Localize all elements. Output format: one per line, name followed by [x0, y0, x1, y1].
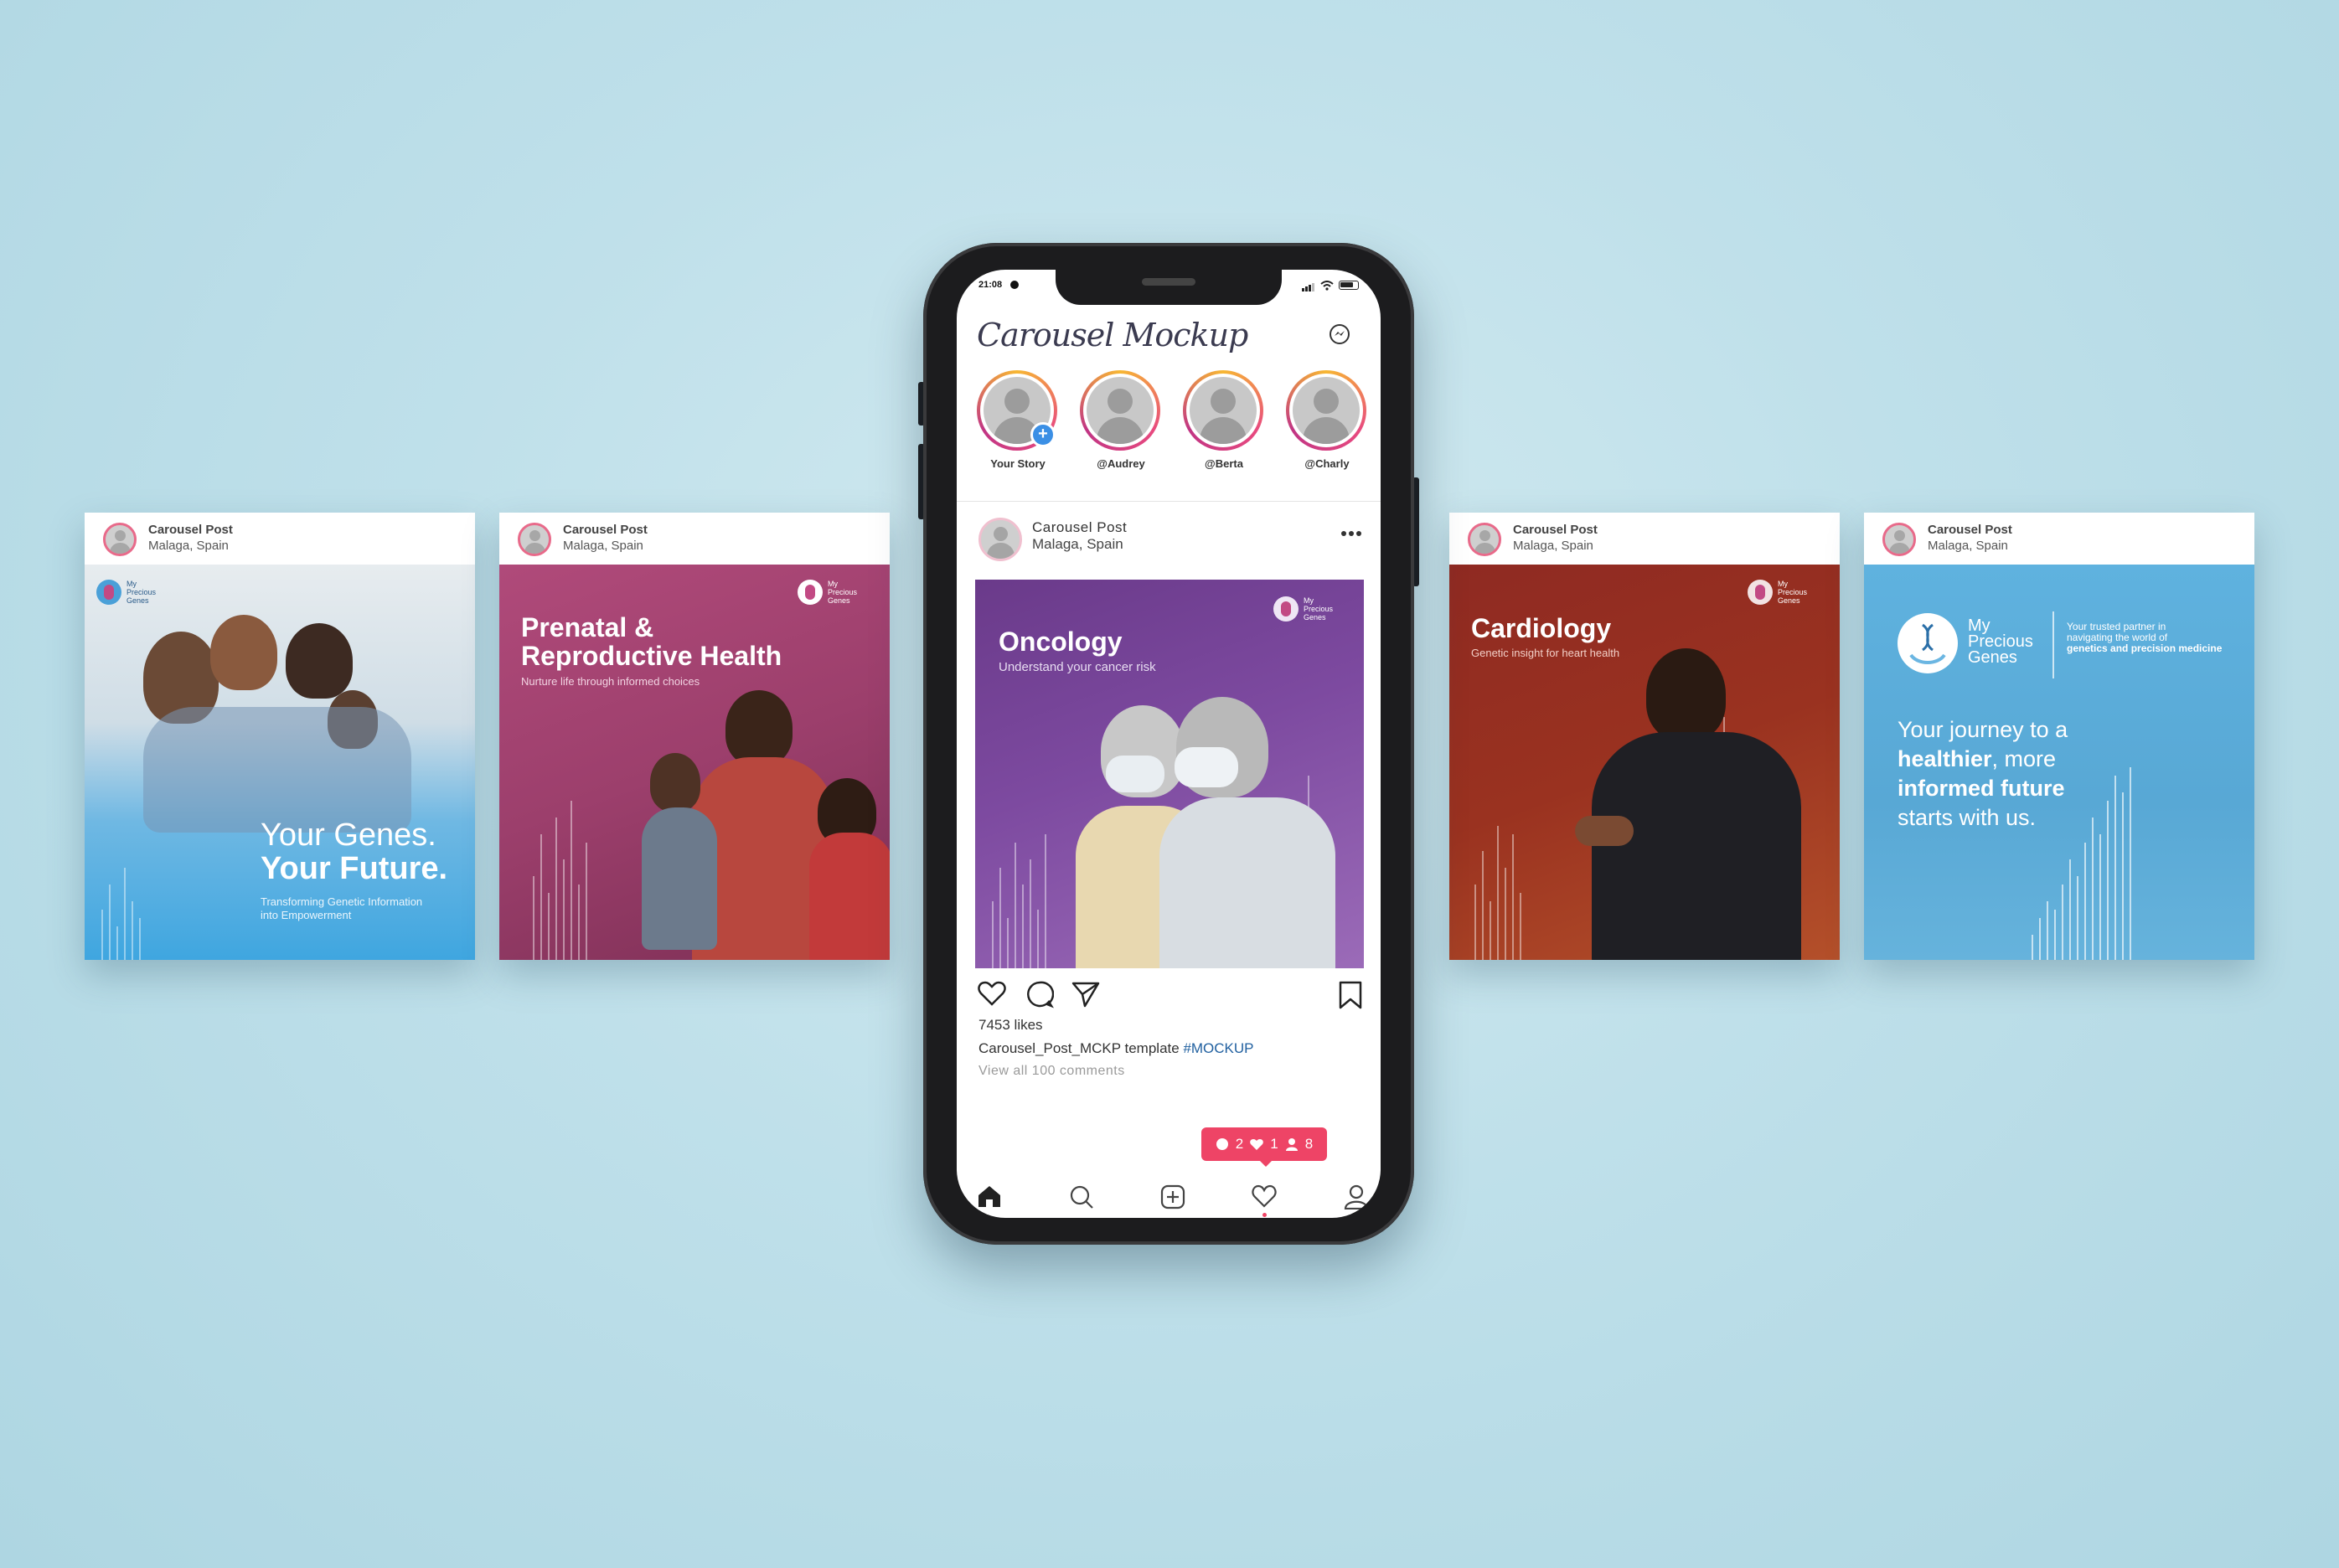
card-title: Carousel Post [1928, 523, 2012, 537]
home-icon[interactable] [977, 1184, 1002, 1212]
profile-icon[interactable] [1344, 1184, 1369, 1214]
comment-icon[interactable] [1025, 980, 1055, 1013]
activity-notification[interactable]: 2 1 8 [1201, 1127, 1327, 1161]
avatar [518, 523, 551, 556]
carousel-card-cardiology[interactable]: Carousel Post Malaga, Spain My Precious … [1449, 513, 1840, 960]
app-title: Carousel Mockup [977, 317, 1248, 353]
avatar [1882, 523, 1916, 556]
wifi-icon [1320, 280, 1334, 295]
caption-user[interactable]: Carousel_Post_MCKP [978, 1040, 1121, 1056]
comment-count-icon [1216, 1138, 1228, 1150]
battery-icon [1339, 281, 1359, 290]
card-image: My Precious Genes Your trusted partner in n… [1864, 565, 2254, 960]
brand-logo: My Precious Genes [1748, 580, 1818, 605]
story-charly[interactable]: @Charly [1286, 370, 1368, 470]
card-tagline: Genetic insight for heart health [1471, 647, 1620, 659]
phone-screen: 21:08 Carousel Mockup + Your Story @Audr… [957, 270, 1381, 1218]
more-options-icon[interactable] [1340, 526, 1362, 541]
post-avatar[interactable] [978, 518, 1022, 561]
card-location: Malaga, Spain [148, 539, 229, 553]
signal-icon [1302, 281, 1315, 296]
add-story-icon[interactable]: + [1030, 422, 1056, 447]
card-header: Carousel Post Malaga, Spain [85, 513, 475, 565]
likes-count[interactable]: 7453 likes [978, 1017, 1043, 1034]
partner-text: Your trusted partner in navigating the wo… [2067, 621, 2223, 654]
brand-logo: My Precious Genes [798, 580, 868, 605]
share-icon[interactable] [1071, 980, 1101, 1013]
activity-icon[interactable] [1252, 1184, 1277, 1217]
story-berta[interactable]: @Berta [1183, 370, 1265, 470]
card-title: Carousel Post [1513, 523, 1598, 537]
brand-name: My Precious Genes [1968, 616, 2033, 667]
follow-count-icon [1285, 1138, 1298, 1151]
caption-hashtag[interactable]: #MOCKUP [1183, 1040, 1253, 1056]
status-dot-icon [1010, 281, 1019, 289]
card-image: My Precious Genes Your Genes. Your Futur… [85, 565, 475, 960]
card-header: Carousel Post Malaga, Spain [1864, 513, 2254, 565]
card-image: My Precious Genes Cardiology Genetic ins… [1449, 565, 1840, 960]
phone-frame: 21:08 Carousel Mockup + Your Story @Audr… [923, 243, 1414, 1245]
carousel-card-prenatal[interactable]: Carousel Post Malaga, Spain My Precious … [499, 513, 890, 960]
card-title: Carousel Post [148, 523, 233, 537]
view-comments-link[interactable]: View all 100 comments [978, 1064, 1125, 1079]
post-location[interactable]: Malaga, Spain [1032, 536, 1123, 553]
card-header: Carousel Post Malaga, Spain [1449, 513, 1840, 565]
card-headline-1: Your Genes. [261, 818, 436, 853]
brand-logo: My Precious Genes [1273, 596, 1344, 622]
card-location: Malaga, Spain [563, 539, 643, 553]
card-header: Carousel Post Malaga, Spain [499, 513, 890, 565]
card-headline-2: Reproductive Health [521, 641, 782, 671]
messenger-icon[interactable] [1329, 323, 1350, 345]
avatar [1468, 523, 1501, 556]
avatar [103, 523, 137, 556]
brand-logo: My Precious Genes [96, 580, 167, 605]
post-caption: Carousel_Post_MCKP template #MOCKUP [978, 1040, 1254, 1056]
card-headline-1: Prenatal & [521, 612, 654, 642]
post-author[interactable]: Carousel Post [1032, 519, 1127, 536]
post-image-subtitle: Understand your cancer risk [999, 660, 1156, 674]
like-icon[interactable] [977, 980, 1007, 1011]
card-headline-2: Your Future. [261, 851, 448, 886]
card-tagline: Nurture life through informed choices [521, 675, 700, 688]
dna-logo-icon [1898, 613, 1958, 673]
notch [1056, 270, 1282, 305]
carousel-card-genes[interactable]: Carousel Post Malaga, Spain My Precious … [85, 513, 475, 960]
post-image[interactable]: Oncology Understand your cancer risk My … [975, 580, 1364, 968]
status-time: 21:08 [978, 280, 1003, 290]
card-image: My Precious Genes Prenatal & Reproductiv… [499, 565, 890, 960]
search-icon[interactable] [1069, 1184, 1094, 1214]
story-audrey[interactable]: @Audrey [1080, 370, 1162, 470]
story-your-story[interactable]: + Your Story [977, 370, 1059, 470]
bookmark-icon[interactable] [1337, 980, 1364, 1014]
new-post-icon[interactable] [1160, 1184, 1185, 1214]
card-tagline: Transforming Genetic Information into Em… [261, 895, 423, 921]
card-title: Carousel Post [563, 523, 648, 537]
post-image-title: Oncology [999, 627, 1123, 657]
card-location: Malaga, Spain [1513, 539, 1593, 553]
carousel-card-journey[interactable]: Carousel Post Malaga, Spain My Precious Ge… [1864, 513, 2254, 960]
card-location: Malaga, Spain [1928, 539, 2008, 553]
like-count-icon [1250, 1138, 1264, 1150]
card-headline: Cardiology [1471, 613, 1612, 643]
